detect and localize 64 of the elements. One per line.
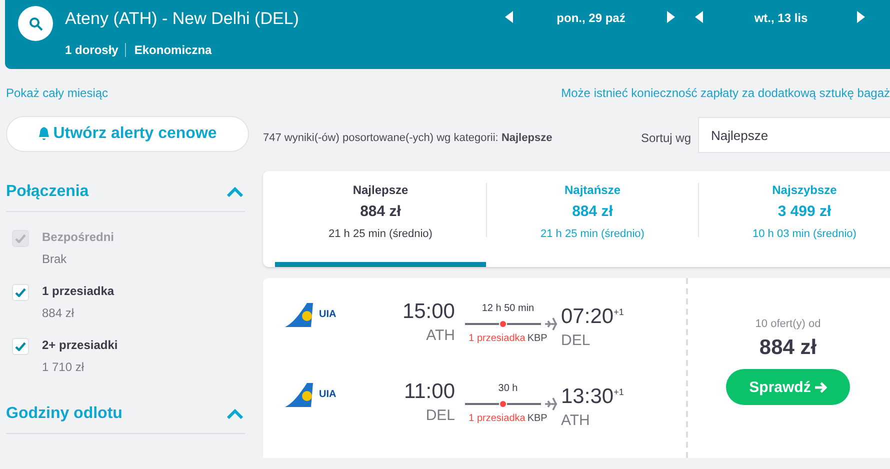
filter-option-price: 1 710 zł <box>42 360 86 374</box>
airline-logo-icon <box>285 383 315 407</box>
check-icon <box>15 288 26 297</box>
collapse-button[interactable] <box>227 408 243 418</box>
passengers-label: 1 dorosły <box>65 43 120 57</box>
check-button[interactable]: Sprawdź <box>726 369 850 405</box>
day-offset: +1 <box>614 387 624 397</box>
offer-price: 884 zł <box>759 336 817 360</box>
departure-airport: ATH <box>426 327 455 344</box>
departure-time: 11:00 <box>404 380 455 404</box>
date-label: pon., 29 paź <box>556 11 626 25</box>
previous-icon <box>505 11 513 23</box>
previous-icon <box>695 11 703 23</box>
checkbox[interactable] <box>12 338 29 355</box>
bell-icon <box>38 127 50 141</box>
filter-section-title: Godziny odlotu <box>6 404 122 422</box>
departure-time: 15:00 <box>402 300 455 324</box>
airline-logo-icon <box>285 303 315 327</box>
sort-tab[interactable]: Najtańsze 884 zł 21 h 25 min (średnio) <box>487 171 698 267</box>
departure-airport: DEL <box>426 407 455 424</box>
filter-option-price: 884 zł <box>42 306 76 320</box>
check-icon <box>15 234 26 243</box>
flight-duration: 30 h <box>498 383 518 394</box>
filter-option-label: 2+ przesiadki <box>42 338 118 352</box>
search-icon <box>28 16 42 30</box>
offers-count: 10 ofert(y) od <box>755 318 821 330</box>
check-icon <box>15 342 26 351</box>
filter-option-price: Brak <box>42 252 68 266</box>
sort-tab[interactable]: Najszybsze 3 499 zł 10 h 03 min (średnio) <box>699 171 890 267</box>
collapse-button[interactable] <box>227 186 243 196</box>
day-offset: +1 <box>614 307 624 317</box>
stops-label: 1 przesiadka <box>468 333 526 344</box>
baggage-link[interactable]: Może istnieć konieczność zapłaty za dodatkową sztukę bagaż <box>561 86 890 117</box>
search-button[interactable] <box>18 6 53 41</box>
arrow-icon <box>814 382 827 392</box>
arrival-time: 13:30 <box>561 385 614 408</box>
sort-tab[interactable]: Najlepsze 884 zł 21 h 25 min (średnio) <box>275 171 486 267</box>
filter-option-label: 1 przesiadka <box>42 284 114 298</box>
previous-date-button[interactable] <box>505 11 515 25</box>
checkbox[interactable] <box>12 284 29 301</box>
results-summary: 747 wyniki(-ów) posortowane(-ych) wg kategorii: Najlepsze <box>263 132 554 144</box>
airline-name: UIA <box>319 389 336 400</box>
next-icon <box>667 11 675 23</box>
sort-label: Sortuj wg <box>641 130 692 144</box>
sort-select[interactable]: Najlepsze <box>698 117 890 153</box>
stops-label: 1 przesiadka <box>468 413 526 424</box>
arrival-airport: ATH <box>561 412 590 429</box>
next-icon <box>857 11 865 23</box>
stopover-airport: KBP <box>527 413 548 424</box>
next-date-button[interactable] <box>667 11 677 25</box>
filter-option-label: Bezpośredni <box>42 230 114 244</box>
route-title: Ateny (ATH) - New Delhi (DEL) <box>65 9 300 29</box>
arrival-time: 07:20 <box>561 305 614 328</box>
previous-date-button[interactable] <box>695 11 705 25</box>
date-label: wt., 13 lis <box>753 11 809 25</box>
next-date-button[interactable] <box>857 11 867 25</box>
cabin-label: Ekonomiczna <box>125 43 219 57</box>
arrival-airport: DEL <box>561 332 590 349</box>
flight-duration: 12 h 50 min <box>482 303 534 314</box>
month-link[interactable]: Pokaż cały miesiąc <box>6 86 108 117</box>
price-alert-button[interactable]: Utwórz alerty cenowe <box>6 116 249 152</box>
stopover-airport: KBP <box>527 333 548 344</box>
filter-section-title: Połączenia <box>6 182 89 200</box>
airline-name: UIA <box>319 309 336 320</box>
